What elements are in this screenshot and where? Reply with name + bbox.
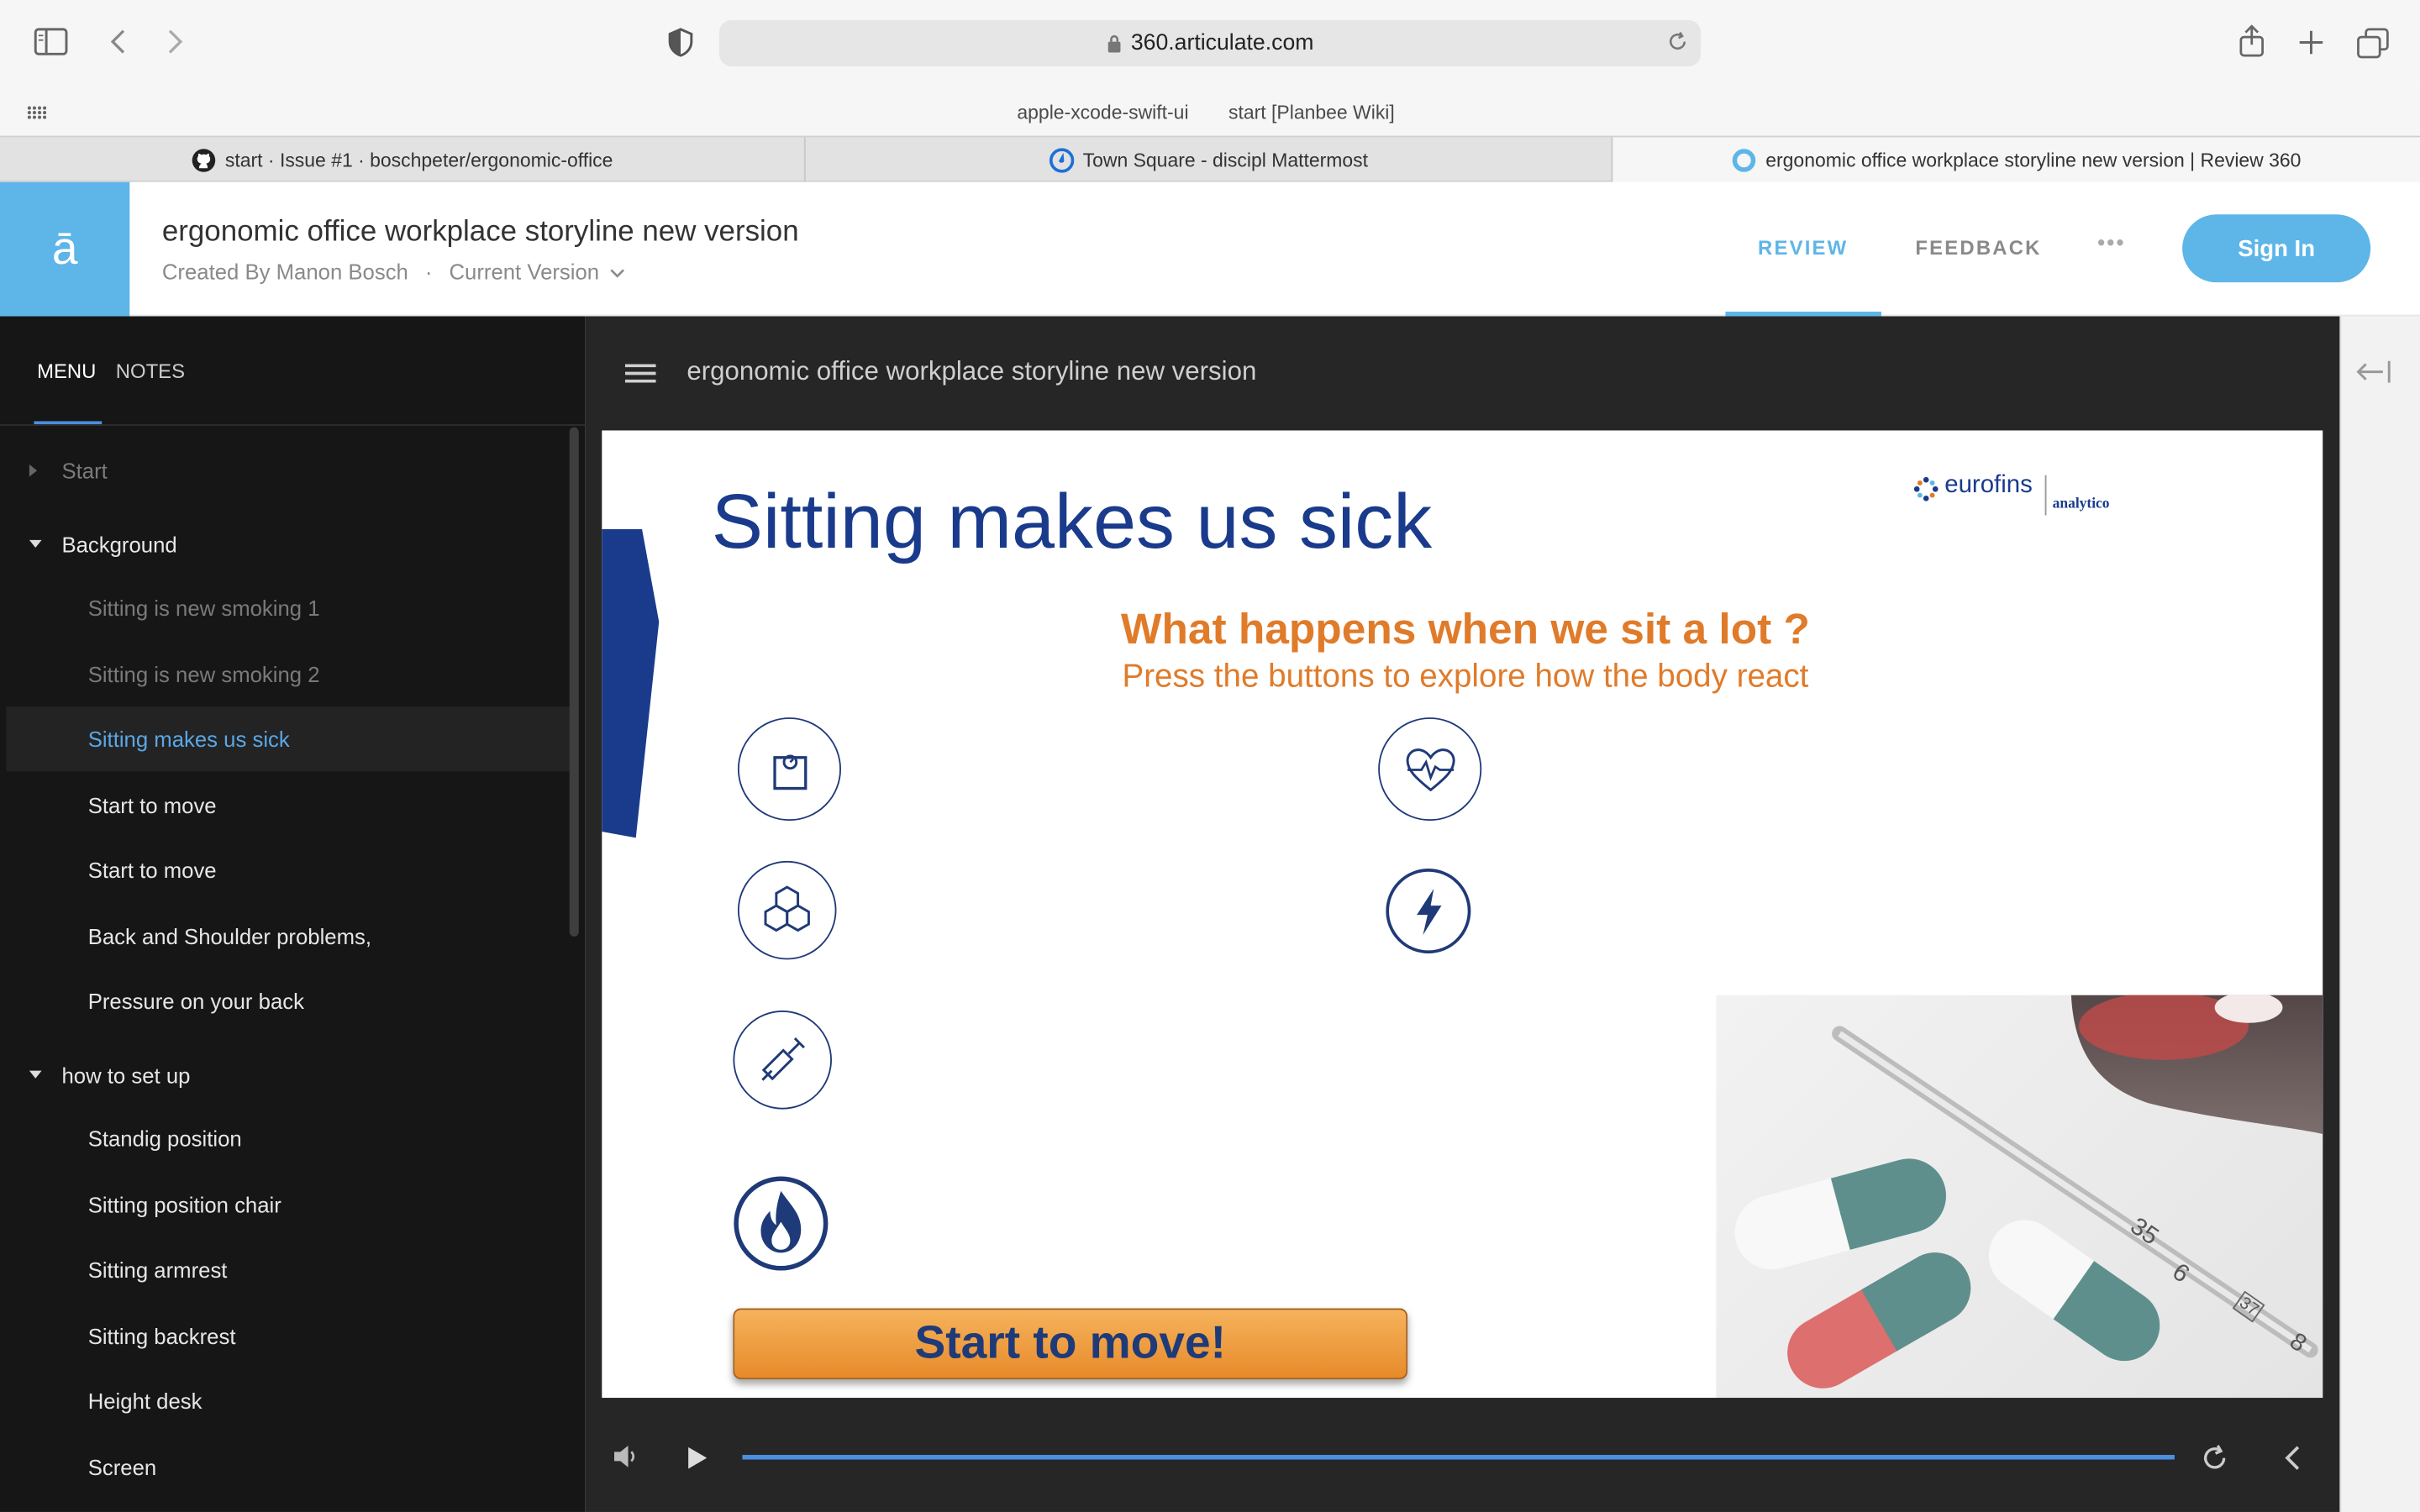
menu-section-how-to-set-up[interactable]: how to set up: [0, 1043, 565, 1108]
caret-down-icon: [29, 1070, 42, 1079]
tab-bar: start · Issue #1 · boschpeter/ergonomic-…: [0, 135, 2420, 184]
menu-item-selected[interactable]: Sitting makes us sick: [6, 706, 571, 772]
project-subtitle: Created By Manon Bosch · Current Version: [162, 260, 625, 284]
collapse-sidebar-icon[interactable]: [2355, 360, 2392, 384]
start-to-move-button[interactable]: Start to move!: [733, 1308, 1408, 1380]
back-icon[interactable]: [108, 28, 127, 55]
new-tab-icon[interactable]: [2298, 29, 2324, 55]
sign-in-button[interactable]: Sign In: [2182, 214, 2371, 283]
slide-heading: Sitting makes us sick: [711, 478, 1433, 565]
app-header: ā ergonomic office workplace storyline n…: [0, 181, 2420, 317]
menu-item[interactable]: Pressure on your back: [0, 969, 565, 1033]
brand-sub: analytico: [2052, 496, 2110, 512]
tab-menu[interactable]: MENU: [37, 360, 96, 383]
brand-name: eurofins: [1944, 472, 2033, 499]
more-options-icon[interactable]: •••: [2097, 230, 2126, 255]
version-dropdown[interactable]: Current Version: [449, 260, 625, 284]
menu-item-start[interactable]: Start: [0, 438, 565, 503]
github-icon: [191, 147, 215, 171]
project-title: ergonomic office workplace storyline new…: [161, 216, 799, 249]
privacy-shield-icon[interactable]: [668, 28, 693, 57]
menu-item[interactable]: Start to move: [0, 837, 565, 902]
menu-item[interactable]: Height desk: [0, 1368, 565, 1433]
scale-icon[interactable]: [737, 717, 842, 822]
reload-icon[interactable]: [1667, 31, 1689, 53]
cells-icon[interactable]: [737, 860, 837, 960]
tab-label: Town Square - discipl Mattermost: [1082, 149, 1369, 171]
url-text: 360.articulate.com: [1130, 30, 1314, 56]
share-icon[interactable]: [2238, 24, 2265, 58]
version-label: Current Version: [449, 259, 600, 284]
heart-pulse-icon[interactable]: [1378, 717, 1482, 822]
review-tab[interactable]: REVIEW: [1758, 236, 1848, 260]
menu-item[interactable]: Sitting armrest: [0, 1237, 565, 1302]
lightning-icon[interactable]: [1386, 869, 1471, 954]
lock-icon: [1106, 33, 1121, 53]
course-menu-sidebar: MENU NOTES Start Background Sitting is n…: [0, 316, 586, 1512]
play-icon[interactable]: [687, 1446, 708, 1470]
caret-right-icon: [29, 464, 38, 477]
tab-label: ergonomic office workplace storyline new…: [1765, 150, 2302, 171]
bookmark-link[interactable]: apple-xcode-swift-ui: [1017, 102, 1188, 123]
collapse-panel: [2339, 316, 2420, 1512]
bookmarks-bar: apple-xcode-swift-ui start [Planbee Wiki…: [0, 87, 2420, 136]
sidebar-scrollbar[interactable]: [569, 427, 579, 937]
previous-slide-icon[interactable]: [2282, 1444, 2301, 1472]
feedback-tab[interactable]: FEEDBACK: [1915, 236, 2041, 260]
eurofins-mark-icon: [1913, 476, 1939, 501]
articulate-logo[interactable]: ā: [0, 181, 130, 317]
slide-canvas: Sitting makes us sick eurofins analytico…: [602, 430, 2323, 1399]
menu-item-label: how to set up: [61, 1063, 191, 1088]
divider: [0, 424, 586, 426]
menu-item[interactable]: Sitting is new smoking 1: [0, 575, 565, 640]
instruction-text: Press the buttons to explore how the bod…: [1122, 659, 1809, 695]
menu-item[interactable]: Back and Shoulder problems,: [0, 904, 565, 969]
menu-item[interactable]: Sitting is new smoking 2: [0, 642, 565, 706]
syringe-icon[interactable]: [733, 1011, 832, 1110]
tab-label: start · Issue #1 · boschpeter/ergonomic-…: [224, 149, 613, 171]
menu-item-label: Start: [61, 458, 108, 483]
browser-toolbar: 360.articulate.com: [0, 0, 2420, 88]
menu-item[interactable]: Sitting position chair: [0, 1173, 565, 1237]
browser-tab-active[interactable]: ergonomic office workplace storyline new…: [1612, 137, 2420, 184]
chevron-down-icon: [610, 268, 625, 279]
apps-grid-icon[interactable]: [26, 105, 48, 120]
sidebar-toggle-icon[interactable]: [34, 28, 68, 55]
mattermost-icon: [1049, 147, 1074, 172]
tab-overview-icon[interactable]: [2357, 28, 2390, 59]
question-text: What happens when we sit a lot ?: [1120, 604, 1810, 653]
forward-icon[interactable]: [166, 28, 185, 55]
brand-divider: [2044, 475, 2047, 516]
tab-notes[interactable]: NOTES: [116, 360, 185, 383]
menu-item[interactable]: Standig position: [0, 1106, 565, 1171]
review360-icon: [1732, 148, 1756, 172]
created-by: Created By Manon Bosch: [161, 259, 408, 284]
menu-section-background[interactable]: Background: [0, 512, 565, 577]
menu-item[interactable]: Sitting backrest: [0, 1304, 565, 1368]
browser-tab[interactable]: Town Square - discipl Mattermost: [806, 137, 1613, 182]
caret-down-icon: [29, 539, 42, 549]
menu-item[interactable]: Start to move: [0, 773, 565, 837]
browser-tab[interactable]: start · Issue #1 · boschpeter/ergonomic-…: [0, 137, 806, 182]
player-title: ergonomic office workplace storyline new…: [687, 356, 1257, 386]
menu-item-label: Sitting makes us sick: [87, 727, 290, 752]
replay-icon[interactable]: [2201, 1444, 2228, 1472]
hamburger-menu-icon[interactable]: [624, 363, 656, 385]
address-bar[interactable]: 360.articulate.com: [718, 19, 1702, 66]
seek-progress: [742, 1455, 2175, 1460]
bookmark-link[interactable]: start [Planbee Wiki]: [1228, 102, 1395, 123]
menu-item-label: Background: [61, 532, 177, 558]
volume-icon[interactable]: [611, 1442, 642, 1470]
pills-thermometer-photo: 35 6 37 8: [1716, 995, 2323, 1399]
fire-icon[interactable]: [733, 1176, 829, 1272]
eurofins-logo: eurofins analytico: [1913, 472, 2110, 516]
menu-item[interactable]: Screen: [0, 1435, 565, 1499]
seek-bar[interactable]: [742, 1455, 2175, 1460]
separator: ·: [424, 259, 433, 284]
